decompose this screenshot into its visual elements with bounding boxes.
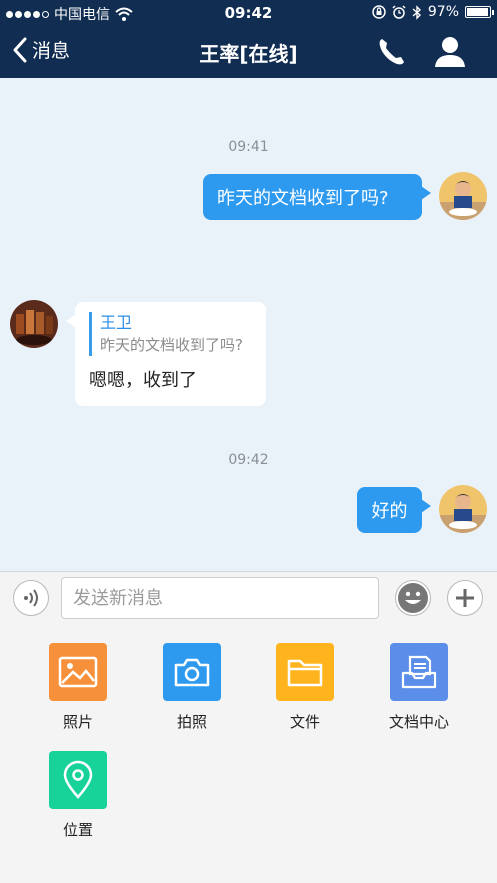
outgoing-message-bubble[interactable]: 昨天的文档收到了吗? <box>203 174 431 220</box>
contact-avatar[interactable] <box>10 300 58 348</box>
avatar-image <box>439 485 487 533</box>
message-text: 嗯嗯，收到了 <box>89 370 197 391</box>
attachment-location[interactable]: 位置 <box>28 751 128 840</box>
outgoing-message-bubble[interactable]: 好的 <box>357 487 431 533</box>
attachment-document-center[interactable]: 文档中心 <box>369 643 469 732</box>
call-button[interactable] <box>374 34 410 70</box>
avatar-image <box>439 172 487 220</box>
message-text: 好的 <box>371 501 408 522</box>
phone-icon <box>379 39 404 65</box>
back-button[interactable]: 消息 <box>12 36 70 63</box>
avatar-image <box>10 300 58 348</box>
quote-author: 王卫 <box>100 313 133 332</box>
emoji-button[interactable] <box>395 580 431 616</box>
chevron-left-icon <box>13 37 27 62</box>
folder-icon <box>276 643 334 701</box>
self-avatar[interactable] <box>439 172 487 220</box>
emoji-icon <box>398 583 428 613</box>
bluetooth-icon <box>412 4 421 20</box>
voice-button[interactable] <box>13 580 49 616</box>
attachment-file[interactable]: 文件 <box>255 643 355 732</box>
orientation-lock-icon <box>372 5 386 19</box>
alarm-icon <box>392 5 406 19</box>
person-icon <box>435 37 465 67</box>
attachment-panel: 照片 拍照 文件 文档中心 位置 <box>0 625 497 883</box>
voice-icon <box>24 589 38 607</box>
attachment-label: 照片 <box>62 713 93 731</box>
attachment-camera[interactable]: 拍照 <box>142 643 242 732</box>
status-right: 97% <box>372 4 494 20</box>
status-bar: 中国电信 09:42 97% <box>0 0 497 26</box>
timestamp: 09:42 <box>228 452 269 468</box>
message-input[interactable] <box>61 577 379 619</box>
attachment-photo[interactable]: 照片 <box>28 643 128 732</box>
battery-icon <box>465 6 494 18</box>
quote-text: 昨天的文档收到了吗? <box>100 336 243 354</box>
navigation-bar: 消息 王率[在线] <box>0 26 497 78</box>
image-icon <box>49 643 107 701</box>
chat-title: 王率[在线] <box>199 42 298 66</box>
back-label: 消息 <box>32 40 71 62</box>
attachment-label: 文件 <box>289 713 320 731</box>
attachment-label: 位置 <box>62 821 93 839</box>
battery-fill <box>467 8 489 16</box>
chat-area[interactable]: 09:41 昨天的文档收到了吗? 王卫 昨天的文档收到了吗? 嗯嗯，收到了 09… <box>0 78 497 571</box>
plus-icon <box>456 589 474 607</box>
incoming-message-bubble[interactable]: 王卫 昨天的文档收到了吗? 嗯嗯，收到了 <box>66 302 266 406</box>
quoted-message[interactable]: 王卫 昨天的文档收到了吗? <box>89 312 252 356</box>
profile-button[interactable] <box>432 34 468 70</box>
timestamp: 09:41 <box>228 139 269 155</box>
top-bar: 中国电信 09:42 97% 消息 王率[在线] <box>0 0 497 78</box>
input-bar <box>0 571 497 625</box>
self-avatar[interactable] <box>439 485 487 533</box>
add-button[interactable] <box>447 580 483 616</box>
location-icon <box>49 751 107 809</box>
battery-percent: 97% <box>427 4 459 20</box>
document-tray-icon <box>390 643 448 701</box>
attachment-label: 文档中心 <box>388 713 449 731</box>
message-text: 昨天的文档收到了吗? <box>217 188 389 209</box>
camera-icon <box>163 643 221 701</box>
attachment-label: 拍照 <box>176 713 207 731</box>
